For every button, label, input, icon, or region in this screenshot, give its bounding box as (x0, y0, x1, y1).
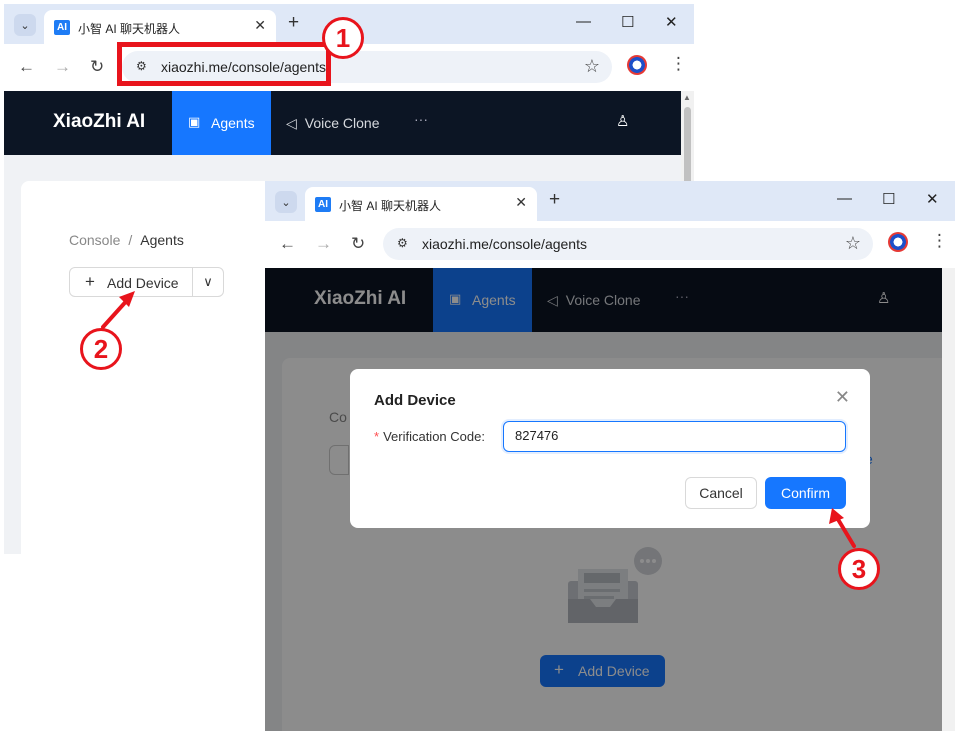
nav-more-icon[interactable]: ··· (414, 111, 428, 127)
close-icon[interactable]: ✕ (835, 387, 850, 408)
dialog-title: Add Device (374, 392, 456, 409)
address-bar[interactable]: ⚙ xiaozhi.me/console/agents ☆ (383, 228, 873, 260)
tab-strip: ⌄ AI 小智 AI 聊天机器人 ✕ + — ☐ ✕ (265, 181, 955, 221)
window-close-icon[interactable]: ✕ (926, 190, 939, 208)
breadcrumb-console[interactable]: Console (69, 232, 120, 248)
scroll-up-icon[interactable]: ▲ (683, 93, 691, 102)
step-3-arrow (829, 508, 856, 548)
cancel-button[interactable]: Cancel (685, 477, 757, 509)
bookmark-star-icon[interactable]: ☆ (845, 233, 861, 254)
browser-menu-icon[interactable]: ⋮ (670, 54, 687, 74)
browser-tab[interactable]: AI 小智 AI 聊天机器人 ✕ (44, 10, 276, 44)
step-3-badge: 3 (838, 548, 880, 590)
new-tab-button[interactable]: + (288, 12, 299, 34)
url-text: xiaozhi.me/console/agents (422, 236, 587, 252)
reload-icon[interactable]: ↻ (90, 57, 104, 77)
user-icon[interactable]: ♙ (616, 112, 629, 130)
nav-agents[interactable]: ▣ Agents (172, 91, 271, 155)
robot-icon: ▣ (188, 114, 201, 129)
scrollbar[interactable] (942, 268, 955, 731)
nav-voice-label: Voice Clone (304, 115, 380, 131)
site-info-icon[interactable]: ⚙ (397, 236, 408, 250)
breadcrumb: Console / Agents (69, 232, 184, 248)
minimize-icon[interactable]: — (837, 190, 852, 207)
new-tab-button[interactable]: + (549, 189, 560, 211)
forward-arrow-icon[interactable]: → (54, 57, 71, 77)
add-device-dialog: Add Device ✕ * Verification Code: 827476 … (350, 369, 870, 528)
tab-search-icon[interactable]: ⌄ (14, 14, 36, 36)
maximize-icon[interactable]: ☐ (882, 190, 895, 208)
back-arrow-icon[interactable]: ← (18, 57, 35, 77)
browser-tab[interactable]: AI 小智 AI 聊天机器人 ✕ (305, 187, 537, 221)
forward-arrow-icon[interactable]: → (315, 234, 332, 254)
chevron-down-icon[interactable]: ∨ (192, 267, 224, 297)
tab-title: 小智 AI 聊天机器人 (339, 199, 442, 213)
back-arrow-icon[interactable]: ← (279, 234, 296, 254)
tab-search-icon[interactable]: ⌄ (275, 191, 297, 213)
favicon-icon: AI (54, 20, 70, 35)
breadcrumb-agents: Agents (140, 232, 184, 248)
reload-icon[interactable]: ↻ (351, 234, 365, 254)
browser-window-2: ⌄ AI 小智 AI 聊天机器人 ✕ + — ☐ ✕ ← → ↻ ⚙ xiaoz… (265, 181, 955, 731)
verification-code-label-text: Verification Code: (383, 429, 485, 444)
nav-voice-clone[interactable]: ◁ Voice Clone (286, 115, 380, 132)
verification-code-label: * Verification Code: (374, 429, 485, 444)
tab-close-icon[interactable]: ✕ (515, 194, 527, 211)
minimize-icon[interactable]: — (576, 13, 591, 30)
nav-agents-label: Agents (211, 115, 255, 131)
step-1-badge: 1 (322, 17, 364, 59)
breadcrumb-separator: / (128, 232, 133, 248)
app-navbar: XiaoZhi AI ▣ Agents ◁ Voice Clone ··· ♙ (4, 91, 681, 155)
extension-icon[interactable] (888, 232, 908, 252)
bookmark-star-icon[interactable]: ☆ (584, 56, 600, 77)
required-mark: * (374, 429, 380, 444)
speaker-icon: ◁ (286, 115, 297, 131)
browser-menu-icon[interactable]: ⋮ (931, 231, 948, 251)
step-2-arrow (101, 291, 135, 329)
browser-toolbar: ← → ↻ ⚙ xiaozhi.me/console/agents ☆ ⋮ (265, 221, 955, 268)
favicon-icon: AI (315, 197, 331, 212)
verification-code-input[interactable]: 827476 (503, 421, 846, 452)
tab-close-icon[interactable]: ✕ (254, 17, 266, 34)
tab-title: 小智 AI 聊天机器人 (78, 22, 181, 36)
plus-icon: + (85, 272, 95, 291)
brand-logo[interactable]: XiaoZhi AI (53, 111, 145, 133)
window-close-icon[interactable]: ✕ (665, 13, 678, 31)
url-highlight-annotation (117, 42, 331, 86)
extension-icon[interactable] (627, 55, 647, 75)
maximize-icon[interactable]: ☐ (621, 13, 634, 31)
